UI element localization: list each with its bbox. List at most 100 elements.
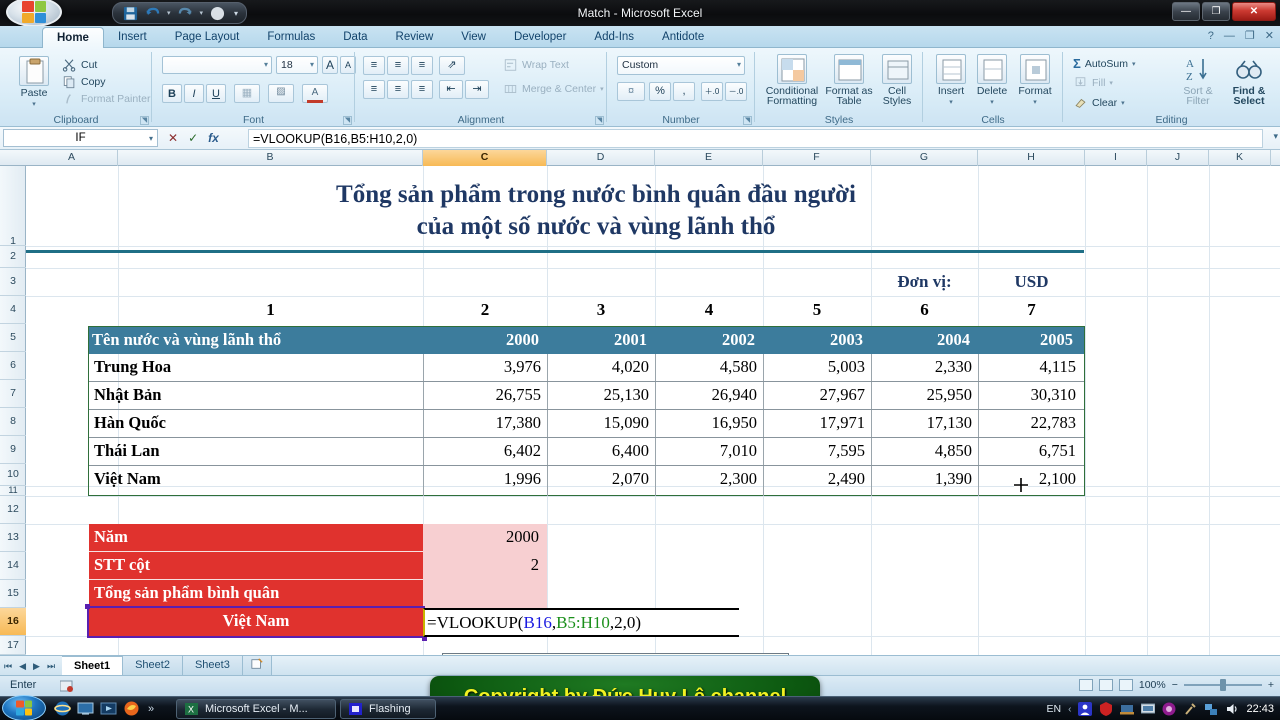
fill-button[interactable]: Fill ▾: [1073, 76, 1113, 90]
ribbon-minimize-icon[interactable]: —: [1224, 28, 1235, 45]
row-header-17[interactable]: 17: [0, 636, 26, 655]
ribbon-window-controls[interactable]: ? — ❐ ✕: [1208, 28, 1274, 45]
tab-review[interactable]: Review: [382, 26, 448, 48]
format-dropdown-icon[interactable]: ▾: [1033, 97, 1037, 108]
comma-style-button[interactable]: ,: [673, 82, 695, 101]
col-header-B[interactable]: B: [118, 150, 423, 166]
col-header-C[interactable]: C: [423, 150, 547, 166]
col-header-A[interactable]: A: [26, 150, 118, 166]
redo-icon[interactable]: [178, 6, 193, 21]
row-header-7[interactable]: 7: [0, 380, 26, 408]
zoom-slider[interactable]: [1183, 679, 1262, 691]
align-right-button[interactable]: ≡: [411, 80, 433, 99]
increase-indent-button[interactable]: ⇥: [465, 80, 489, 99]
grow-font-button[interactable]: A: [322, 56, 338, 74]
tab-add-ins[interactable]: Add-Ins: [580, 26, 648, 48]
close-button[interactable]: ✕: [1232, 2, 1276, 21]
zoom-controls[interactable]: 100% − +: [1078, 679, 1274, 691]
sort-filter-button[interactable]: A Z Sort & Filter: [1173, 54, 1223, 106]
page-break-view-icon[interactable]: [1118, 679, 1133, 691]
paste-dropdown-icon[interactable]: ▾: [32, 99, 36, 110]
expand-formula-bar-icon[interactable]: ▾: [1273, 131, 1278, 142]
tab-developer[interactable]: Developer: [500, 26, 580, 48]
network-icon[interactable]: [1204, 702, 1218, 716]
tab-insert[interactable]: Insert: [104, 26, 161, 48]
find-select-button[interactable]: Find & Select: [1223, 54, 1275, 106]
clipboard-dialog-launcher[interactable]: ◥: [140, 116, 149, 125]
row-header-16[interactable]: 16: [0, 608, 26, 636]
table-row[interactable]: Hàn Quốc 17,380 15,090 16,950 17,971 17,…: [89, 410, 1084, 438]
col-header-E[interactable]: E: [655, 150, 763, 166]
quick-launch-overflow-icon[interactable]: »: [148, 703, 154, 715]
cut-button[interactable]: Cut: [62, 58, 97, 72]
contact-icon[interactable]: [1078, 702, 1093, 716]
status-record-icon[interactable]: [60, 680, 74, 693]
redo-dropdown-icon[interactable]: ▾: [200, 9, 204, 17]
formula-input[interactable]: =VLOOKUP(B16,B5:H10,2,0): [248, 129, 1263, 148]
table-row[interactable]: Thái Lan 6,402 6,400 7,010 7,595 4,850 6…: [89, 438, 1084, 466]
tab-data[interactable]: Data: [329, 26, 381, 48]
zoom-in-button[interactable]: +: [1268, 679, 1274, 691]
decrease-decimal-button[interactable]: －.0: [725, 82, 747, 101]
page-layout-view-icon[interactable]: [1098, 679, 1113, 691]
clear-button[interactable]: Clear ▾: [1073, 96, 1125, 110]
accounting-format-button[interactable]: ¤: [617, 82, 645, 101]
italic-button[interactable]: I: [184, 84, 204, 103]
format-painter-button[interactable]: Format Painter: [62, 92, 150, 106]
save-icon[interactable]: [123, 6, 138, 21]
orientation-button[interactable]: ⇗: [439, 56, 465, 75]
name-box[interactable]: IF: [3, 129, 158, 147]
customize-qat-icon[interactable]: ▾: [234, 9, 238, 18]
format-as-table-button[interactable]: Format as Table: [821, 54, 877, 106]
in-cell-formula-editor[interactable]: =VLOOKUP(B16,B5:H10,2,0): [423, 608, 739, 637]
row-header-13[interactable]: 13: [0, 524, 26, 552]
sheet-canvas[interactable]: Tổng sản phẩm trong nước bình quân đầu n…: [26, 166, 1280, 655]
format-cells-button[interactable]: Format ▾: [1013, 54, 1057, 108]
tab-page-layout[interactable]: Page Layout: [161, 26, 254, 48]
tab-formulas[interactable]: Formulas: [253, 26, 329, 48]
circle-icon[interactable]: [1162, 702, 1176, 716]
cancel-formula-icon[interactable]: ✕: [168, 130, 178, 146]
col-header-G[interactable]: G: [871, 150, 978, 166]
bold-button[interactable]: B: [162, 84, 182, 103]
first-sheet-icon[interactable]: ⏮: [4, 659, 12, 673]
row-header-12[interactable]: 12: [0, 496, 26, 524]
tray-clock[interactable]: 22:43: [1246, 703, 1274, 715]
tab-view[interactable]: View: [447, 26, 500, 48]
number-format-combo[interactable]: Custom: [617, 56, 745, 75]
row-header-6[interactable]: 6: [0, 352, 26, 380]
delete-dropdown-icon[interactable]: ▾: [990, 97, 994, 108]
formula-bar-buttons[interactable]: ✕ ✓ fx: [168, 130, 219, 146]
internet-explorer-icon[interactable]: [54, 700, 71, 717]
increase-decimal-button[interactable]: ＋.0: [701, 82, 723, 101]
decrease-indent-button[interactable]: ⇤: [439, 80, 463, 99]
row-header-8[interactable]: 8: [0, 408, 26, 436]
tray-expand-icon[interactable]: ‹: [1068, 704, 1071, 715]
maximize-button[interactable]: ❐: [1202, 2, 1230, 21]
col-header-J[interactable]: J: [1147, 150, 1209, 166]
normal-view-icon[interactable]: [1078, 679, 1093, 691]
prev-sheet-icon[interactable]: ◀: [19, 659, 26, 673]
underline-button[interactable]: U: [206, 84, 226, 103]
font-size-combo[interactable]: 18: [276, 56, 318, 74]
sheet-tab-sheet3[interactable]: Sheet3: [182, 656, 243, 675]
col-header-I[interactable]: I: [1085, 150, 1147, 166]
font-color-button[interactable]: A: [302, 84, 328, 103]
table-row[interactable]: Trung Hoa 3,976 4,020 4,580 5,003 2,330 …: [89, 354, 1084, 382]
row-header-4[interactable]: 4: [0, 296, 26, 324]
merge-dropdown-icon[interactable]: ▾: [600, 85, 604, 93]
fill-color-button[interactable]: ▨: [268, 84, 294, 103]
ribbon-close-icon[interactable]: ✕: [1265, 28, 1274, 45]
help-icon[interactable]: ?: [1208, 28, 1214, 45]
align-bottom-button[interactable]: ≡: [411, 56, 433, 75]
delete-cells-button[interactable]: Delete ▾: [971, 54, 1013, 108]
taskbar-item-flashing[interactable]: Flashing: [340, 699, 436, 719]
copy-button[interactable]: Copy: [62, 75, 106, 89]
insert-function-icon[interactable]: fx: [208, 130, 219, 146]
quick-access-toolbar[interactable]: ▾ ▾ ▾: [112, 2, 248, 24]
borders-button[interactable]: ▦: [234, 84, 260, 103]
undo-icon[interactable]: [145, 6, 160, 21]
tab-antidote[interactable]: Antidote: [648, 26, 718, 48]
minimize-button[interactable]: —: [1172, 2, 1200, 21]
media-icon[interactable]: [100, 700, 117, 717]
